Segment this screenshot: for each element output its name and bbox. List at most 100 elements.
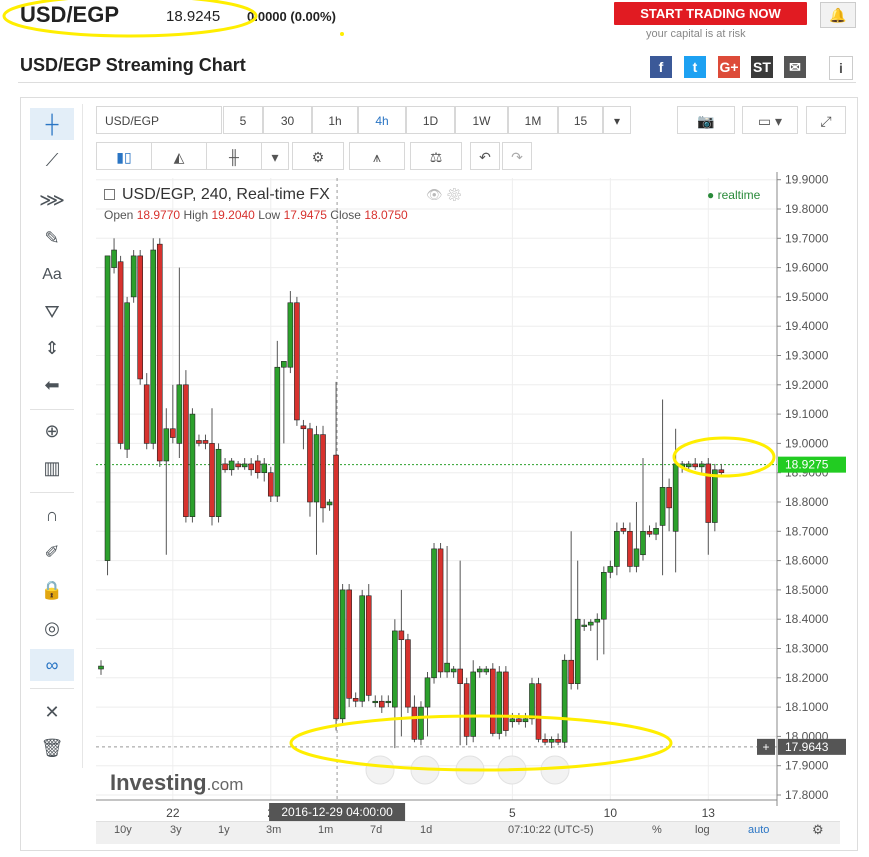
candle[interactable] [418,701,424,746]
candle[interactable] [463,677,470,746]
link-icon[interactable]: ∞ [30,649,74,681]
text-tool-icon[interactable]: Aa [30,259,74,291]
range-1y[interactable]: 1y [218,824,230,836]
info-share-icon[interactable]: i [829,56,853,80]
candle[interactable] [489,663,496,737]
undo-icon: ↶ [479,149,491,165]
log-toggle[interactable]: log [695,824,710,836]
chart-settings-gear-icon[interactable]: ⚙ [812,822,824,838]
settings-tools-icon[interactable]: ✕ [30,696,74,728]
range-1d[interactable]: 1d [420,824,432,836]
interval-1W[interactable]: 1W [455,106,508,134]
back-arrow-icon[interactable]: ⬅ [30,369,74,401]
facebook-share-icon[interactable]: f [650,56,672,78]
ruler-icon[interactable]: ▥ [30,452,74,484]
twitter-share-icon[interactable]: t [684,56,706,78]
candle[interactable] [104,255,111,576]
candle[interactable] [359,589,366,708]
undo-button[interactable]: ↶ [470,142,500,170]
trend-line-tool-icon[interactable]: ⟋ [30,144,74,176]
zoom-icon[interactable]: ⊕ [30,415,74,447]
interval-1M[interactable]: 1M [508,106,558,134]
indicators-button[interactable]: ⩚ [349,142,405,170]
eye-icon[interactable]: 👁 ⚙ [426,187,463,203]
candle-body [450,668,457,673]
collapse-legend-icon[interactable] [104,189,115,200]
symbol-input[interactable]: USD/EGP [96,106,222,134]
interval-30[interactable]: 30 [263,106,312,134]
trash-icon[interactable]: 🗑 [30,732,74,764]
color-theme-button[interactable]: ▭ ▾ [742,106,798,134]
candle[interactable] [339,584,346,725]
interval-4h[interactable]: 4h [358,106,406,134]
candle[interactable] [183,370,189,523]
candle[interactable] [150,238,157,450]
candle-body [248,463,254,471]
interval-5[interactable]: 5 [223,106,263,134]
percent-toggle[interactable]: % [652,824,662,836]
settings-button[interactable]: ⚙ [292,142,344,170]
candle[interactable] [712,463,718,532]
stay-in-drawing-icon[interactable]: ✐ [30,536,74,568]
range-1m[interactable]: 1m [318,824,333,836]
stocktwits-share-icon[interactable]: ST [751,56,773,78]
auto-toggle[interactable]: auto [748,824,769,836]
brush-tool-icon[interactable]: ✎ [30,222,74,254]
candle[interactable] [143,373,150,450]
bars-icon: ╫ [229,149,239,165]
interval-dropdown[interactable]: ▾ [603,106,631,134]
candle[interactable] [437,543,444,678]
fullscreen-button[interactable]: ⤢ [806,106,846,134]
lock-icon[interactable]: 🔒 [30,574,74,606]
candle[interactable] [346,584,352,708]
candle-body [535,683,542,740]
candle[interactable] [130,250,137,303]
candles-style-button[interactable]: ▮▯ [96,142,152,170]
measure-tool-icon[interactable]: ⇕ [30,332,74,364]
candle[interactable] [320,425,326,523]
candle[interactable] [365,584,372,702]
candle[interactable] [496,666,503,740]
style-dropdown[interactable]: ▾ [261,142,289,170]
range-10y[interactable]: 10y [114,824,132,836]
interval-1h[interactable]: 1h [312,106,358,134]
pattern-tool-icon[interactable]: ⛛ [30,296,74,328]
fork-tool-icon[interactable]: ⋙ [30,184,74,216]
candle[interactable] [405,633,411,713]
candle[interactable] [431,543,437,684]
range-3y[interactable]: 3y [170,824,182,836]
interval-15[interactable]: 15 [558,106,603,134]
candle[interactable] [137,250,143,385]
redo-button[interactable]: ↷ [502,142,532,170]
hide-drawings-icon[interactable]: ◎ [30,612,74,644]
bars-style-button[interactable]: ╫ [206,142,262,170]
magnet-icon[interactable]: ∩ [30,499,74,531]
crosshair-tool-icon[interactable]: ┼ [30,108,74,140]
interval-1D[interactable]: 1D [406,106,455,134]
range-3m[interactable]: 3m [266,824,281,836]
camera-icon: 📷 [697,113,715,129]
compare-button[interactable]: ⚖ [410,142,462,170]
nav-circle-icon[interactable] [365,755,395,785]
candle-body [457,668,463,684]
range-7d[interactable]: 7d [370,824,382,836]
y-tick-label: 17.8000 [785,788,829,802]
candle[interactable] [503,666,509,737]
candle[interactable] [287,291,294,374]
candle[interactable] [156,238,163,467]
price-chart[interactable]: 19.9000 19.8000 19.7000 19.6000 19.5000 19.40… [90,170,858,822]
candle[interactable] [117,255,124,450]
candle[interactable] [535,677,542,743]
area-style-button[interactable]: ◭ [151,142,207,170]
candle[interactable] [294,296,300,426]
candle[interactable] [215,443,222,523]
candle[interactable] [470,660,477,743]
candle[interactable] [561,654,568,749]
snapshot-button[interactable]: 📷 [677,106,735,134]
candle[interactable] [189,408,196,523]
candle-body [692,463,699,468]
email-share-icon[interactable]: ✉ [784,56,806,78]
candle[interactable] [124,296,130,459]
google-plus-share-icon[interactable]: G+ [718,56,740,78]
y-tick-label: 19.4000 [785,319,829,333]
